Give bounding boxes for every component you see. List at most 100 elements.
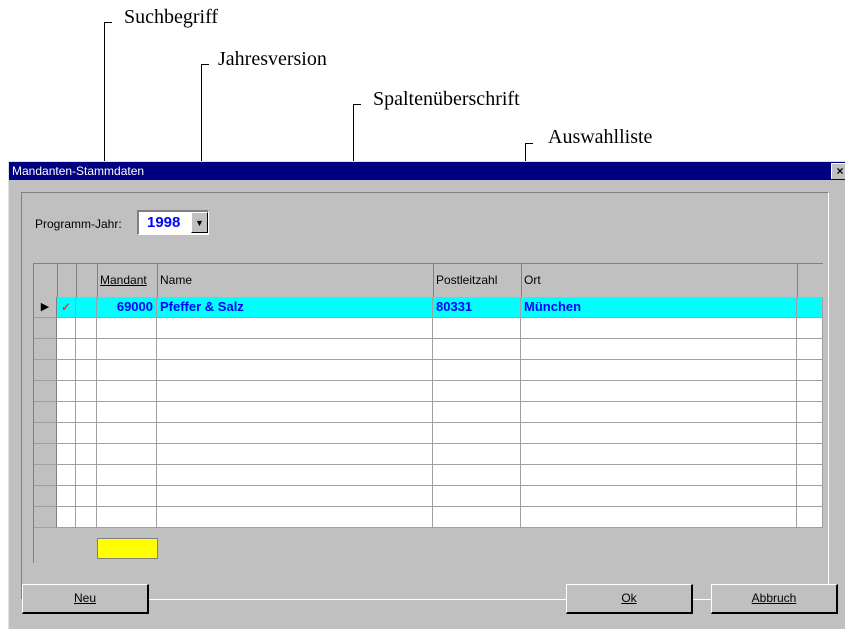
grid-cell[interactable]	[57, 507, 76, 528]
grid-cell[interactable]	[97, 486, 157, 507]
table-row[interactable]	[34, 339, 823, 360]
grid-cell[interactable]	[57, 423, 76, 444]
grid-cell[interactable]	[433, 360, 521, 381]
grid-cell[interactable]	[97, 318, 157, 339]
grid-cell[interactable]	[157, 381, 433, 402]
grid-cell[interactable]	[76, 402, 97, 423]
grid-cell[interactable]	[521, 507, 797, 528]
grid-cell[interactable]	[797, 402, 823, 423]
table-row[interactable]	[34, 507, 823, 528]
grid-cell[interactable]	[797, 507, 823, 528]
grid-cell[interactable]	[521, 423, 797, 444]
grid-cell[interactable]	[57, 444, 76, 465]
grid-cell[interactable]	[157, 444, 433, 465]
grid-cell[interactable]	[76, 507, 97, 528]
grid-cell[interactable]	[157, 339, 433, 360]
year-dropdown-button[interactable]: ▼	[191, 212, 208, 233]
grid-cell[interactable]	[521, 318, 797, 339]
grid-cell[interactable]	[76, 381, 97, 402]
cancel-button[interactable]: Abbruch	[711, 584, 838, 614]
grid-cell[interactable]	[76, 444, 97, 465]
grid-cell[interactable]	[76, 360, 97, 381]
grid-cell[interactable]	[433, 381, 521, 402]
table-row[interactable]	[34, 444, 823, 465]
grid-cell[interactable]	[57, 486, 76, 507]
leader-tick-column-header	[353, 104, 361, 105]
grid-cell[interactable]	[157, 360, 433, 381]
search-input[interactable]	[97, 538, 158, 559]
grid-cell[interactable]	[521, 360, 797, 381]
column-header-postleitzahl[interactable]: Postleitzahl	[436, 264, 497, 297]
grid-cell[interactable]	[57, 465, 76, 486]
row-checkbox[interactable]: ✓	[57, 297, 76, 318]
grid-cell[interactable]	[433, 318, 521, 339]
grid-cell[interactable]	[433, 444, 521, 465]
close-button[interactable]: ×	[831, 163, 845, 179]
grid-cell[interactable]	[797, 360, 823, 381]
grid-cell[interactable]	[797, 318, 823, 339]
window-titlebar[interactable]: Mandanten-Stammdaten ×	[9, 162, 845, 180]
grid-cell[interactable]	[433, 507, 521, 528]
grid-cell[interactable]	[157, 318, 433, 339]
grid-cell[interactable]	[97, 360, 157, 381]
table-row[interactable]	[34, 423, 823, 444]
grid-cell[interactable]	[57, 360, 76, 381]
cell-name[interactable]: Pfeffer & Salz	[157, 297, 433, 318]
grid-cell[interactable]	[97, 339, 157, 360]
grid-cell[interactable]	[76, 486, 97, 507]
table-row[interactable]	[34, 318, 823, 339]
grid-cell[interactable]	[433, 402, 521, 423]
year-select[interactable]: 1998 ▼	[137, 210, 209, 235]
grid-cell[interactable]	[97, 381, 157, 402]
grid-cell[interactable]	[76, 465, 97, 486]
grid-cell[interactable]	[76, 423, 97, 444]
grid-cell[interactable]	[57, 402, 76, 423]
grid-cell[interactable]	[97, 465, 157, 486]
cell-postleitzahl[interactable]: 80331	[433, 297, 521, 318]
grid-cell[interactable]	[433, 423, 521, 444]
grid-cell[interactable]	[157, 465, 433, 486]
grid-cell[interactable]	[157, 402, 433, 423]
grid-cell[interactable]	[57, 318, 76, 339]
grid-cell[interactable]	[797, 465, 823, 486]
grid-cell[interactable]	[97, 444, 157, 465]
grid-cell[interactable]	[521, 381, 797, 402]
grid-cell[interactable]	[797, 444, 823, 465]
grid-cell[interactable]	[797, 486, 823, 507]
new-button[interactable]: Neu	[22, 584, 149, 614]
table-row[interactable]	[34, 402, 823, 423]
ok-button[interactable]: Ok	[566, 584, 693, 614]
table-row[interactable]	[34, 465, 823, 486]
grid-cell[interactable]	[521, 465, 797, 486]
column-header-mandant[interactable]: Mandant	[100, 264, 147, 297]
table-row[interactable]	[34, 381, 823, 402]
grid-cell[interactable]	[797, 339, 823, 360]
grid-cell[interactable]	[76, 318, 97, 339]
grid-cell[interactable]	[797, 381, 823, 402]
grid-header-divider	[797, 264, 798, 297]
grid-cell[interactable]	[797, 423, 823, 444]
grid-cell[interactable]	[521, 339, 797, 360]
grid-cell[interactable]	[57, 381, 76, 402]
table-row[interactable]: ▶ ✓ 69000 Pfeffer & Salz 80331 München	[34, 297, 823, 318]
grid-cell[interactable]	[433, 486, 521, 507]
grid-cell[interactable]	[433, 465, 521, 486]
table-row[interactable]	[34, 360, 823, 381]
column-header-ort[interactable]: Ort	[524, 264, 541, 297]
grid-cell[interactable]	[57, 339, 76, 360]
grid-cell[interactable]	[76, 339, 97, 360]
table-row[interactable]	[34, 486, 823, 507]
grid-cell[interactable]	[521, 486, 797, 507]
grid-cell[interactable]	[97, 507, 157, 528]
grid-cell[interactable]	[521, 402, 797, 423]
grid-cell[interactable]	[97, 402, 157, 423]
grid-cell[interactable]	[521, 444, 797, 465]
cell-ort[interactable]: München	[521, 297, 797, 318]
cell-mandant[interactable]: 69000	[97, 297, 157, 318]
grid-cell[interactable]	[157, 507, 433, 528]
column-header-name[interactable]: Name	[160, 264, 192, 297]
grid-cell[interactable]	[157, 486, 433, 507]
grid-cell[interactable]	[157, 423, 433, 444]
grid-cell[interactable]	[97, 423, 157, 444]
grid-cell[interactable]	[433, 339, 521, 360]
